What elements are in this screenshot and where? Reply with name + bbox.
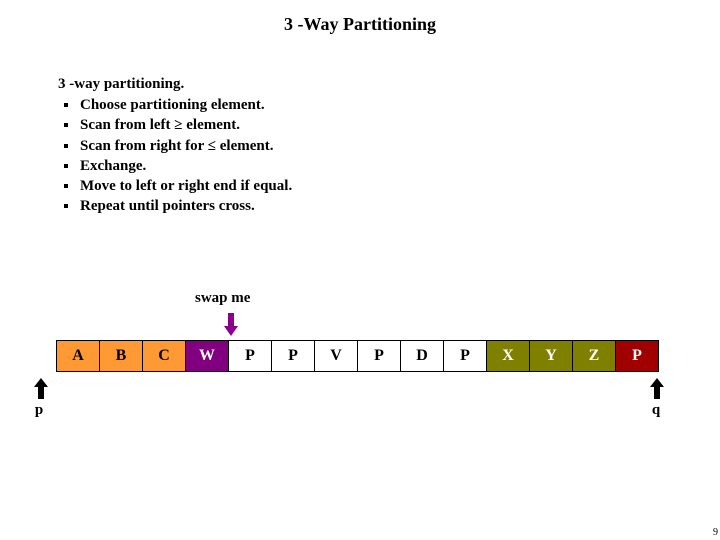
content-block: 3 -way partitioning. Choose partitioning… <box>58 76 292 217</box>
arrow-up-icon <box>34 378 48 400</box>
array-cell: X <box>486 340 530 372</box>
pointer-p-label: p <box>30 402 48 419</box>
array-row: ABCWPPVPDPXYZP <box>56 340 659 372</box>
array-cell: P <box>443 340 487 372</box>
pointer-p: p <box>34 378 48 419</box>
bullet-item: Scan from left ≥ element. <box>80 115 292 135</box>
array-cell: Z <box>572 340 616 372</box>
array-cell: B <box>99 340 143 372</box>
bullet-list: Choose partitioning element. Scan from l… <box>58 95 292 217</box>
array-cell: A <box>56 340 100 372</box>
array-cell: Y <box>529 340 573 372</box>
section-heading: 3 -way partitioning. <box>58 76 292 93</box>
array-cell: P <box>271 340 315 372</box>
pointer-q: q <box>650 378 664 419</box>
page-number: 9 <box>713 527 718 538</box>
pointer-q-label: q <box>648 402 664 419</box>
swap-me-label: swap me <box>195 290 250 307</box>
bullet-item: Move to left or right end if equal. <box>80 176 292 196</box>
arrow-up-icon <box>650 378 664 400</box>
array-cell: W <box>185 340 229 372</box>
array-cell: P <box>615 340 659 372</box>
array-cell: D <box>400 340 444 372</box>
slide-title: 3 -Way Partitioning <box>0 0 720 35</box>
array-cell: C <box>142 340 186 372</box>
bullet-item: Repeat until pointers cross. <box>80 196 292 216</box>
array-cell: P <box>357 340 401 372</box>
swap-arrow-down-icon <box>224 313 238 337</box>
array-cell: P <box>228 340 272 372</box>
bullet-item: Scan from right for ≤ element. <box>80 136 292 156</box>
array-cell: V <box>314 340 358 372</box>
bullet-item: Choose partitioning element. <box>80 95 292 115</box>
bullet-item: Exchange. <box>80 156 292 176</box>
